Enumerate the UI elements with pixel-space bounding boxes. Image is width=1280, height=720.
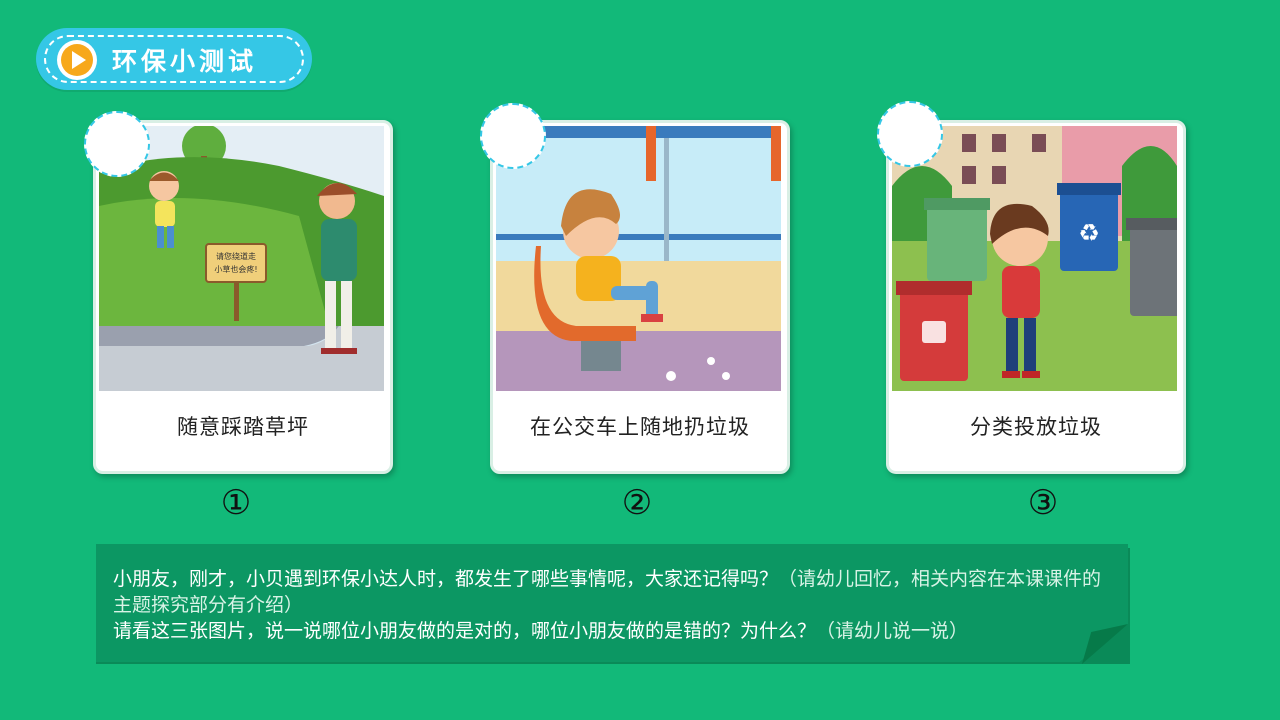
card-trampling-grass[interactable]: 请您绕道走 小草也会疼! 随意踩踏草坪	[93, 120, 393, 474]
sign-text-2: 小草也会疼!	[214, 264, 257, 274]
card-label: 在公交车上随地扔垃圾	[530, 415, 750, 439]
svg-text:♻: ♻	[1078, 219, 1100, 247]
card-littering-bus[interactable]: 在公交车上随地扔垃圾	[490, 120, 790, 474]
play-icon	[57, 40, 97, 80]
card-label: 随意踩踏草坪	[177, 415, 309, 439]
red-bin	[896, 281, 972, 381]
number-1: ①	[220, 483, 252, 523]
card-label: 分类投放垃圾	[970, 415, 1102, 439]
sign-text-1: 请您绕道走	[216, 251, 256, 261]
illustration-littering-bus	[496, 126, 781, 391]
blue-bin: ♻	[1057, 183, 1121, 271]
card-badge-1	[84, 111, 150, 177]
card-badge-2	[480, 103, 546, 169]
number-2: ②	[621, 483, 653, 523]
note-hint-2: （请幼儿说一说）	[816, 620, 969, 642]
note-line-2: 请看这三张图片，说一说哪位小朋友做的是对的，哪位小朋友做的是错的？为什么？	[113, 620, 817, 642]
number-3: ③	[1027, 483, 1059, 523]
page-title: 环保小测试	[112, 47, 258, 76]
title-banner: 环保小测试	[36, 28, 312, 90]
note-text: 小朋友，刚才，小贝遇到环保小达人时，都发生了哪些事情呢，大家还记得吗？（请幼儿回…	[113, 566, 1113, 644]
note-line-1: 小朋友，刚才，小贝遇到环保小达人时，都发生了哪些事情呢，大家还记得吗？	[113, 568, 779, 590]
card-badge-3	[877, 101, 943, 167]
card-sorting-trash[interactable]: ♻ 分类投放垃圾	[886, 120, 1186, 474]
green-bin	[924, 198, 990, 281]
gray-bin	[1126, 218, 1177, 316]
illustration-sorting-trash: ♻	[892, 126, 1177, 391]
